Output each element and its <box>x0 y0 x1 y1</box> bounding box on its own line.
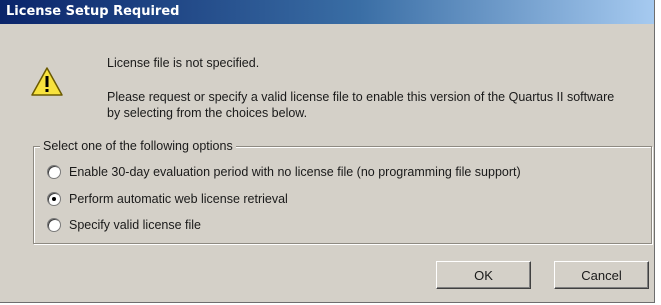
option-web-license-retrieval[interactable]: Perform automatic web license retrieval <box>47 190 288 208</box>
status-message: License file is not specified. <box>107 56 260 70</box>
ok-button[interactable]: OK <box>436 261 531 289</box>
radio-button-specify-file[interactable] <box>47 218 61 232</box>
dialog-title-bar[interactable]: License Setup Required <box>0 0 654 24</box>
option-label: Perform automatic web license retrieval <box>69 192 288 206</box>
option-label: Specify valid license file <box>69 218 202 232</box>
options-group-label: Select one of the following options <box>40 138 236 154</box>
radio-button-evaluation[interactable] <box>47 165 61 179</box>
license-setup-dialog: License Setup Required License file is n… <box>0 0 655 303</box>
radio-button-web-retrieval[interactable] <box>47 192 61 206</box>
instruction-message: Please request or specify a valid licens… <box>107 90 615 120</box>
option-evaluation-period[interactable]: Enable 30-day evaluation period with no … <box>47 163 521 181</box>
dialog-title: License Setup Required <box>6 4 180 19</box>
warning-icon <box>31 67 63 96</box>
cancel-button[interactable]: Cancel <box>554 261 649 289</box>
option-label: Enable 30-day evaluation period with no … <box>69 165 521 179</box>
option-specify-license-file[interactable]: Specify valid license file <box>47 216 201 234</box>
